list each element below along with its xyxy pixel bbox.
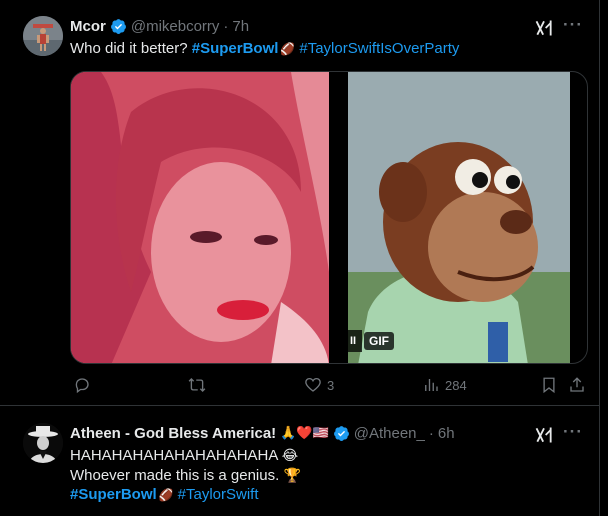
timestamp[interactable]: 7h [232,18,249,35]
like-count: 3 [327,377,335,393]
display-name[interactable]: Mcor [70,18,106,35]
tweet-text-line2: Whoever made this is a genius. [70,467,280,484]
trophy-emoji-icon: 🏆 [283,467,301,483]
tweet-text-line: Whoever made this is a genius. 🏆 [70,465,301,486]
grok-icon[interactable] [534,18,554,38]
tweet-text: Who did it better? #SuperBowl 🏈 #TaylorSwi… [70,39,459,59]
gif-media[interactable]: II GIF [70,71,588,364]
hashtag-link[interactable]: #SuperBowl [70,486,157,503]
verified-badge-icon [333,425,349,441]
heart-icon [305,377,321,392]
pause-icon[interactable]: II [344,330,362,352]
grok-icon[interactable] [534,425,554,445]
tweet[interactable]: Atheen - God Bless America! 🙏❤️🇺🇸 @Athee… [0,407,600,516]
tweet-text-line1: HAHAHAHAHAHAHAHAHAHA [70,447,278,464]
separator: · [428,424,434,442]
avatar[interactable] [23,16,63,56]
share-button[interactable] [568,375,586,395]
hashtag-link[interactable]: #SuperBowl [192,40,279,57]
football-emoji-icon: 🏈 [158,488,174,502]
reply-button[interactable] [73,375,96,395]
tweet-header: Atheen - God Bless America! 🙏❤️🇺🇸 @Athee… [70,423,455,443]
more-options-icon[interactable]: ··· [562,14,584,36]
verified-badge-icon [110,18,126,34]
bookmark-icon [543,377,555,394]
timestamp[interactable]: 6h [438,425,455,442]
gif-divider [329,72,348,363]
retweet-icon [188,378,206,392]
views-chart-icon [425,379,438,391]
football-emoji-icon: 🏈 [280,42,296,56]
name-emojis: 🙏❤️🇺🇸 [280,425,329,440]
gif-badge: GIF [364,332,394,350]
view-count: 284 [445,377,467,393]
reply-icon [75,378,89,394]
handle[interactable]: @mikebcorry [131,18,220,35]
display-name[interactable]: Atheen - God Bless America! [70,425,276,442]
views-button[interactable]: 284 [422,375,467,395]
gif-frame-right [348,72,570,363]
hashtag-link[interactable]: #TaylorSwift [178,486,259,503]
hashtag-link[interactable]: #TaylorSwiftIsOverParty [299,40,459,57]
gif-frame-left [71,72,329,363]
handle[interactable]: @Atheen_ [354,425,425,442]
tweet-header: Mcor @mikebcorry · 7h [70,16,249,36]
timeline: Mcor @mikebcorry · 7h ··· Who did it bet… [0,0,600,516]
gif-controls: II GIF [344,330,394,352]
laughing-emoji-icon: 😂 [281,447,299,463]
like-button[interactable]: 3 [304,375,334,395]
separator: · [223,17,229,35]
bookmark-button[interactable] [540,375,558,395]
tweet-hashtags: #SuperBowl 🏈 #TaylorSwift [70,485,259,505]
action-bar: 3 284 [70,375,588,395]
more-options-icon[interactable]: ··· [562,421,584,443]
avatar[interactable] [23,423,63,463]
retweet-button[interactable] [188,375,211,395]
tweet-text-prefix: Who did it better? [70,40,192,57]
share-icon [570,377,584,392]
tweet-text-line: HAHAHAHAHAHAHAHAHAHA 😂 [70,445,298,466]
tweet[interactable]: Mcor @mikebcorry · 7h ··· Who did it bet… [0,0,600,406]
